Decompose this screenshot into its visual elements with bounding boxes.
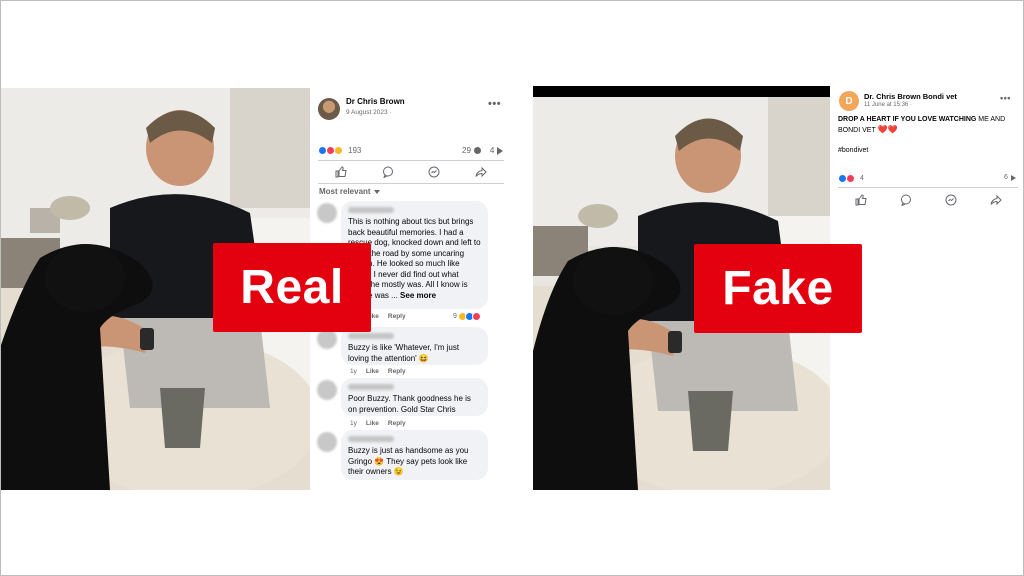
comment-bubble: Buzzy is just as handsome as you Gringo …	[341, 430, 488, 480]
author-avatar[interactable]: D	[839, 91, 859, 111]
share-count: 6	[1004, 174, 1008, 181]
reaction-summary[interactable]: 4	[838, 174, 864, 183]
comment-like-link[interactable]: Like	[366, 420, 379, 427]
care-reaction-icon	[334, 146, 343, 155]
love-reaction-icon	[471, 312, 481, 321]
messenger-icon	[945, 194, 956, 206]
comment-meta: 1y Like Reply	[350, 368, 406, 375]
engagement-counts[interactable]: 29 4	[462, 146, 504, 155]
fake-label: Fake	[694, 244, 862, 333]
commenter-name-blurred[interactable]	[348, 436, 394, 442]
comment-count-icon	[473, 147, 481, 154]
commenter-name-blurred[interactable]	[348, 207, 394, 213]
messenger-button[interactable]	[943, 193, 959, 207]
comment-sort-label: Most relevant	[319, 187, 371, 196]
commenter-avatar[interactable]	[317, 203, 337, 223]
comment-sort-dropdown[interactable]: Most relevant	[319, 187, 380, 196]
commenter-avatar[interactable]	[317, 380, 337, 400]
comment-count: 29	[462, 146, 471, 155]
commenter-avatar[interactable]	[317, 432, 337, 452]
divider	[318, 183, 504, 184]
love-reaction-icon	[846, 174, 855, 183]
like-button[interactable]	[853, 193, 869, 207]
comment-reactions[interactable]: 9	[453, 312, 481, 321]
comment-reply-link[interactable]: Reply	[388, 420, 406, 427]
comment-icon	[382, 166, 393, 178]
share-count: 4	[489, 146, 495, 155]
thumbs-up-icon	[335, 166, 347, 178]
share-button[interactable]	[473, 165, 489, 179]
comment-button[interactable]	[380, 165, 396, 179]
comment-reply-link[interactable]: Reply	[388, 368, 406, 375]
post-text-caps: DROP A HEART IF YOU LOVE WATCHING	[838, 116, 977, 123]
comment-text: Buzzy is like 'Whatever, I'm just loving…	[348, 343, 460, 363]
engagement-counts[interactable]: 6	[1004, 174, 1016, 181]
thumbs-up-icon	[855, 194, 867, 206]
comment-bubble: Poor Buzzy. Thank goodness he is on prev…	[341, 378, 488, 416]
divider	[318, 160, 504, 161]
heart-emojis: ❤️❤️	[877, 124, 898, 134]
reaction-summary[interactable]: 193	[318, 146, 361, 155]
comment-time[interactable]: 1y	[350, 368, 357, 375]
like-button[interactable]	[333, 165, 349, 179]
hashtag-link[interactable]: #bondivet	[838, 147, 868, 154]
messenger-button[interactable]	[426, 165, 442, 179]
comment-button[interactable]	[898, 193, 914, 207]
comment-bubble: Buzzy is like 'Whatever, I'm just loving…	[341, 327, 488, 365]
post-actions	[838, 193, 1018, 207]
video-top-bar	[533, 86, 830, 97]
share-icon	[990, 194, 1002, 206]
share-button[interactable]	[988, 193, 1004, 207]
divider	[838, 187, 1018, 188]
comment-reply-link[interactable]: Reply	[388, 313, 406, 320]
more-options-icon[interactable]: •••	[1000, 93, 1011, 103]
post-actions	[318, 165, 504, 179]
comment-time[interactable]: 1y	[350, 420, 357, 427]
comment-meta: 1y Like Reply	[350, 420, 406, 427]
commenter-avatar[interactable]	[317, 329, 337, 349]
reaction-count: 193	[348, 146, 362, 155]
comment-text: Poor Buzzy. Thank goodness he is on prev…	[348, 394, 471, 414]
share-icon	[475, 166, 487, 178]
commenter-name-blurred[interactable]	[348, 384, 394, 390]
comment-like-link[interactable]: Like	[366, 368, 379, 375]
commenter-name-blurred[interactable]	[348, 333, 394, 339]
messenger-icon	[428, 166, 440, 178]
real-label: Real	[213, 243, 371, 332]
post-date[interactable]: 9 August 2023 ·	[346, 109, 392, 116]
comment-reaction-count: 9	[453, 313, 457, 320]
share-count-icon	[497, 146, 504, 155]
reaction-count: 4	[860, 175, 864, 182]
author-avatar[interactable]	[318, 98, 340, 120]
more-options-icon[interactable]: •••	[488, 98, 501, 110]
share-count-icon	[1010, 174, 1016, 181]
post-date[interactable]: 11 June at 15:36 ·	[864, 102, 912, 108]
comment-text: Buzzy is just as handsome as you Gringo …	[348, 446, 469, 476]
fake-post-panel: D Dr. Chris Brown Bondi vet 11 June at 1…	[830, 86, 1024, 226]
see-more-link[interactable]: See more	[400, 291, 436, 300]
author-name[interactable]: Dr Chris Brown	[346, 97, 405, 106]
comment-icon	[900, 194, 911, 206]
caret-down-icon	[373, 189, 380, 194]
post-text: DROP A HEART IF YOU LOVE WATCHING ME AND…	[838, 115, 1018, 135]
author-name[interactable]: Dr. Chris Brown Bondi vet	[864, 92, 957, 101]
